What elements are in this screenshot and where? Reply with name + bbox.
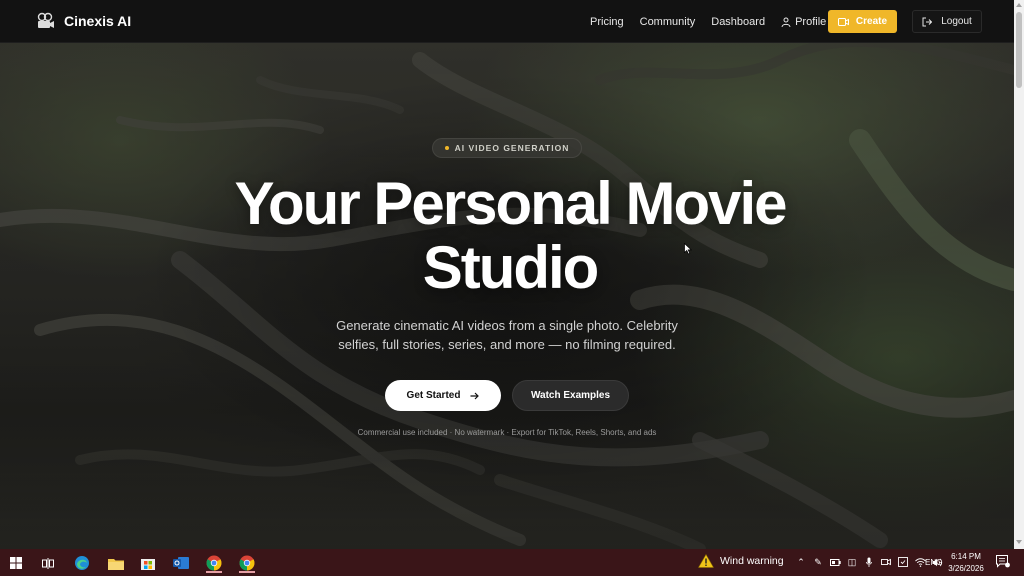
headline-line-2: Studio [422,234,600,301]
logout-icon [922,17,933,26]
hero-subtitle: Generate cinematic AI videos from a sing… [320,316,694,354]
hero-badge: AI VIDEO GENERATION [432,138,582,158]
windows-taskbar: Wind warning ⌃ ✎ ◫ ENG 6:14 PM 3/26/2026 [0,549,1024,576]
watch-examples-button[interactable]: Watch Examples [512,380,629,411]
pen-icon[interactable]: ✎ [812,556,824,568]
notification-center-icon[interactable] [996,555,1010,573]
nav-dashboard[interactable]: Dashboard [711,16,765,28]
chrome-icon[interactable] [204,553,224,573]
system-clock[interactable]: 6:14 PM 3/26/2026 [948,551,984,575]
scroll-down-arrow-icon[interactable] [1016,540,1022,544]
film-camera-logo-icon [37,12,54,28]
arrow-right-icon [470,392,480,399]
scroll-thumb[interactable] [1016,12,1022,88]
clock-date: 3/26/2026 [948,564,984,573]
file-explorer-icon[interactable] [106,553,126,573]
brand-name: Cinexis AI [64,13,132,29]
create-button[interactable]: Create [828,10,897,33]
edge-browser-icon[interactable] [72,553,92,573]
watch-examples-label: Watch Examples [530,390,611,401]
badge-dot-icon [444,146,449,150]
warning-icon [698,554,714,568]
language-indicator[interactable]: ENG [925,558,942,567]
chevron-up-icon[interactable]: ⌃ [795,556,807,568]
active-app-indicator [239,571,255,573]
weather-widget[interactable]: Wind warning [698,554,784,568]
hero-badge-label: AI VIDEO GENERATION [454,143,570,153]
page-scrollbar[interactable] [1014,0,1024,549]
headline-line-1: Your Personal Movie [234,170,787,237]
top-navbar: Cinexis AI Pricing Community Dashboard P… [0,0,1014,43]
nav-profile-label: Profile [795,15,827,28]
nav-community[interactable]: Community [640,16,696,28]
get-started-button[interactable]: Get Started [385,380,501,411]
get-started-label: Get Started [406,390,461,401]
logout-button[interactable]: Logout [912,10,982,33]
task-view-icon[interactable] [38,553,58,573]
scroll-up-arrow-icon[interactable] [1016,3,1022,7]
camera-icon[interactable] [880,556,892,568]
logout-button-label: Logout [941,16,972,27]
hero-headline: Your Personal Movie Studio [160,172,860,300]
nav-profile[interactable]: Profile [781,16,826,28]
clock-time: 6:14 PM [951,552,981,561]
create-button-label: Create [855,16,888,27]
windows-start-icon[interactable] [6,553,26,573]
weather-label: Wind warning [720,555,784,567]
device-icon[interactable]: ◫ [846,556,858,568]
user-icon [781,17,791,27]
microphone-icon[interactable] [863,556,875,568]
subtitle-line-2: selfies, full stories, series, and more … [338,337,676,352]
nav-links: Pricing Community Dashboard Profile [590,0,842,43]
video-camera-icon [837,17,849,26]
nav-pricing[interactable]: Pricing [590,16,624,28]
microsoft-store-icon[interactable] [138,553,158,573]
mouse-cursor-icon [684,243,692,255]
subtitle-line-1: Generate cinematic AI videos from a sing… [336,318,678,333]
brand[interactable]: Cinexis AI [35,11,131,31]
battery-icon[interactable] [829,556,841,568]
hero-fine-print: Commercial use included · No watermark ·… [357,428,657,437]
chrome-icon-2[interactable] [237,553,257,573]
security-icon[interactable] [897,556,909,568]
active-app-indicator [206,571,222,573]
outlook-mail-icon[interactable] [171,553,191,573]
